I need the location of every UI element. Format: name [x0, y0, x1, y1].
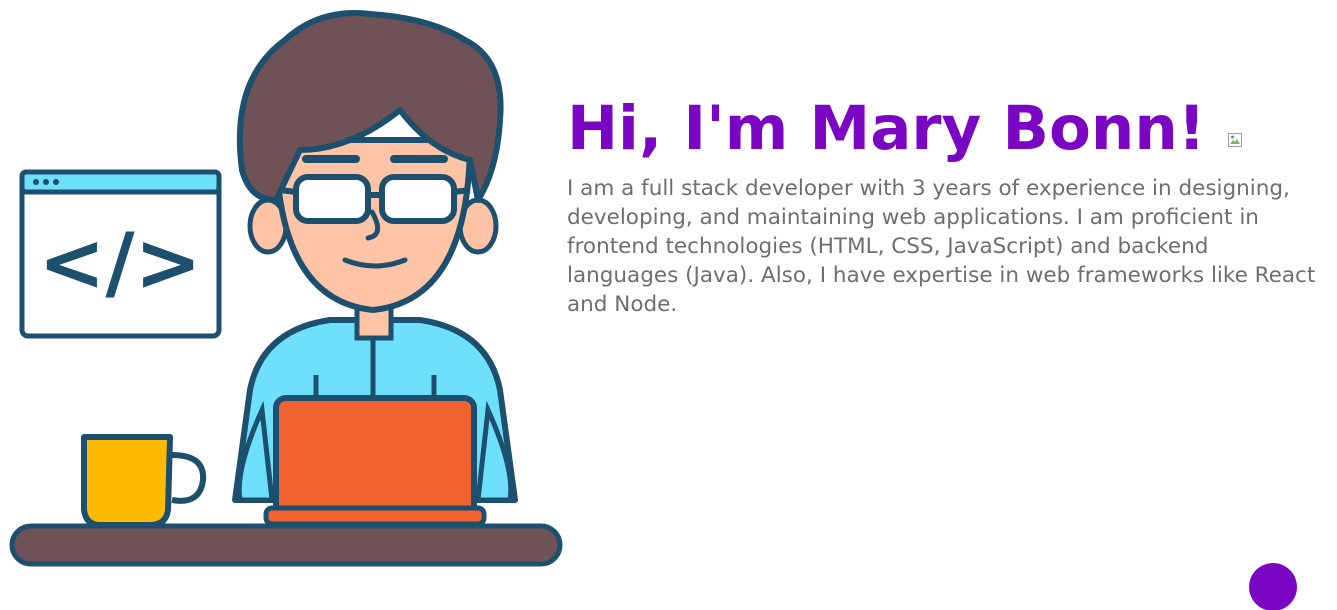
desk-shape — [9, 523, 563, 567]
code-glyph: </> — [38, 216, 201, 309]
developer-illustration: </> — [9, 10, 563, 567]
scroll-button[interactable] — [1249, 563, 1297, 610]
laptop-icon — [263, 395, 487, 527]
broken-image-icon — [1227, 133, 1242, 147]
page-title: Hi, I'm Mary Bonn! — [567, 93, 1206, 164]
code-window-icon: </> — [19, 169, 222, 339]
hero-section: </> Hi, I'm Mary Bonn! I am a full stack… — [0, 0, 1337, 610]
headline-row: Hi, I'm Mary Bonn! — [567, 88, 1327, 170]
bio-text: I am a full stack developer with 3 years… — [567, 176, 1316, 317]
face — [236, 10, 504, 313]
coffee-mug-icon — [81, 434, 207, 528]
intro-content: Hi, I'm Mary Bonn! I am a full stack dev… — [567, 88, 1327, 319]
